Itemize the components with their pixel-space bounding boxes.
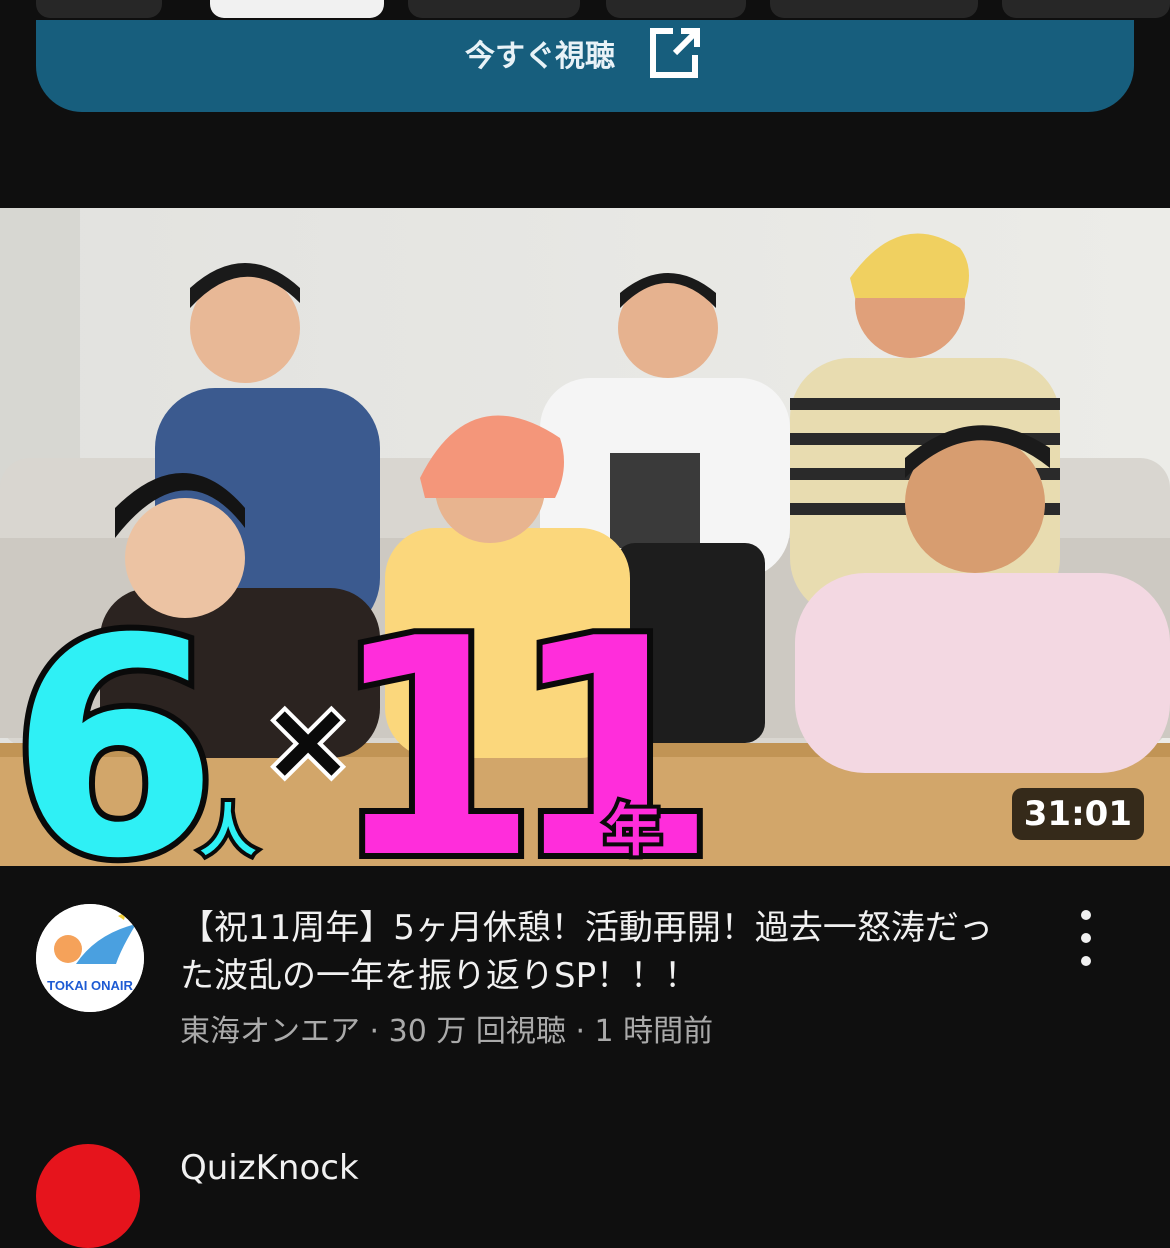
thumb-years-unit: 年 [605, 799, 661, 864]
filter-chip[interactable] [36, 0, 162, 18]
dot [1081, 933, 1091, 943]
channel-logo-image: TOKAI ONAIR [36, 904, 144, 1012]
next-channel-name[interactable]: QuizKnock [180, 1148, 359, 1188]
separator: · [575, 1014, 585, 1049]
next-channel-avatar[interactable] [36, 1144, 140, 1248]
dot [1081, 956, 1091, 966]
channel-logo-text: TOKAI ONAIR [47, 978, 133, 993]
thumb-count-text: 6 [10, 575, 219, 866]
thumb-count-unit: 人 [200, 799, 256, 864]
filter-chip[interactable] [1002, 0, 1170, 18]
filter-chip[interactable] [408, 0, 580, 18]
external-link-icon [650, 28, 700, 78]
view-count: 30 万 回視聴 [388, 1014, 566, 1049]
filter-chip[interactable] [606, 0, 746, 18]
thumbnail-image: 6 人 × 11 年 [0, 208, 1170, 866]
watch-now-label: 今すぐ視聴 [465, 39, 615, 74]
filter-chip[interactable] [770, 0, 978, 18]
duration-badge: 31:01 [1011, 788, 1144, 840]
more-options-icon[interactable] [1066, 910, 1106, 966]
video-title[interactable]: 【祝11周年】5ヶ月休憩！活動再開！過去一怒涛だった波乱の一年を振り返りSP！！… [180, 904, 1010, 1000]
separator: · [369, 1014, 380, 1049]
upload-age: 1 時間前 [594, 1014, 714, 1049]
dot [1081, 910, 1091, 920]
video-subline: 東海オンエア · 30 万 回視聴 · 1 時間前 [180, 1006, 713, 1050]
filter-chip-selected[interactable] [210, 0, 384, 18]
channel-avatar[interactable]: TOKAI ONAIR [36, 904, 144, 1012]
watch-now-button[interactable]: 今すぐ視聴 [36, 20, 1134, 112]
video-meta: TOKAI ONAIR 【祝11周年】5ヶ月休憩！活動再開！過去一怒涛だった波乱… [0, 866, 1170, 1086]
video-thumbnail[interactable]: 6 人 × 11 年 31:01 [0, 208, 1170, 866]
channel-name[interactable]: 東海オンエア [180, 1014, 360, 1049]
filter-chip-bar [0, 0, 1170, 20]
